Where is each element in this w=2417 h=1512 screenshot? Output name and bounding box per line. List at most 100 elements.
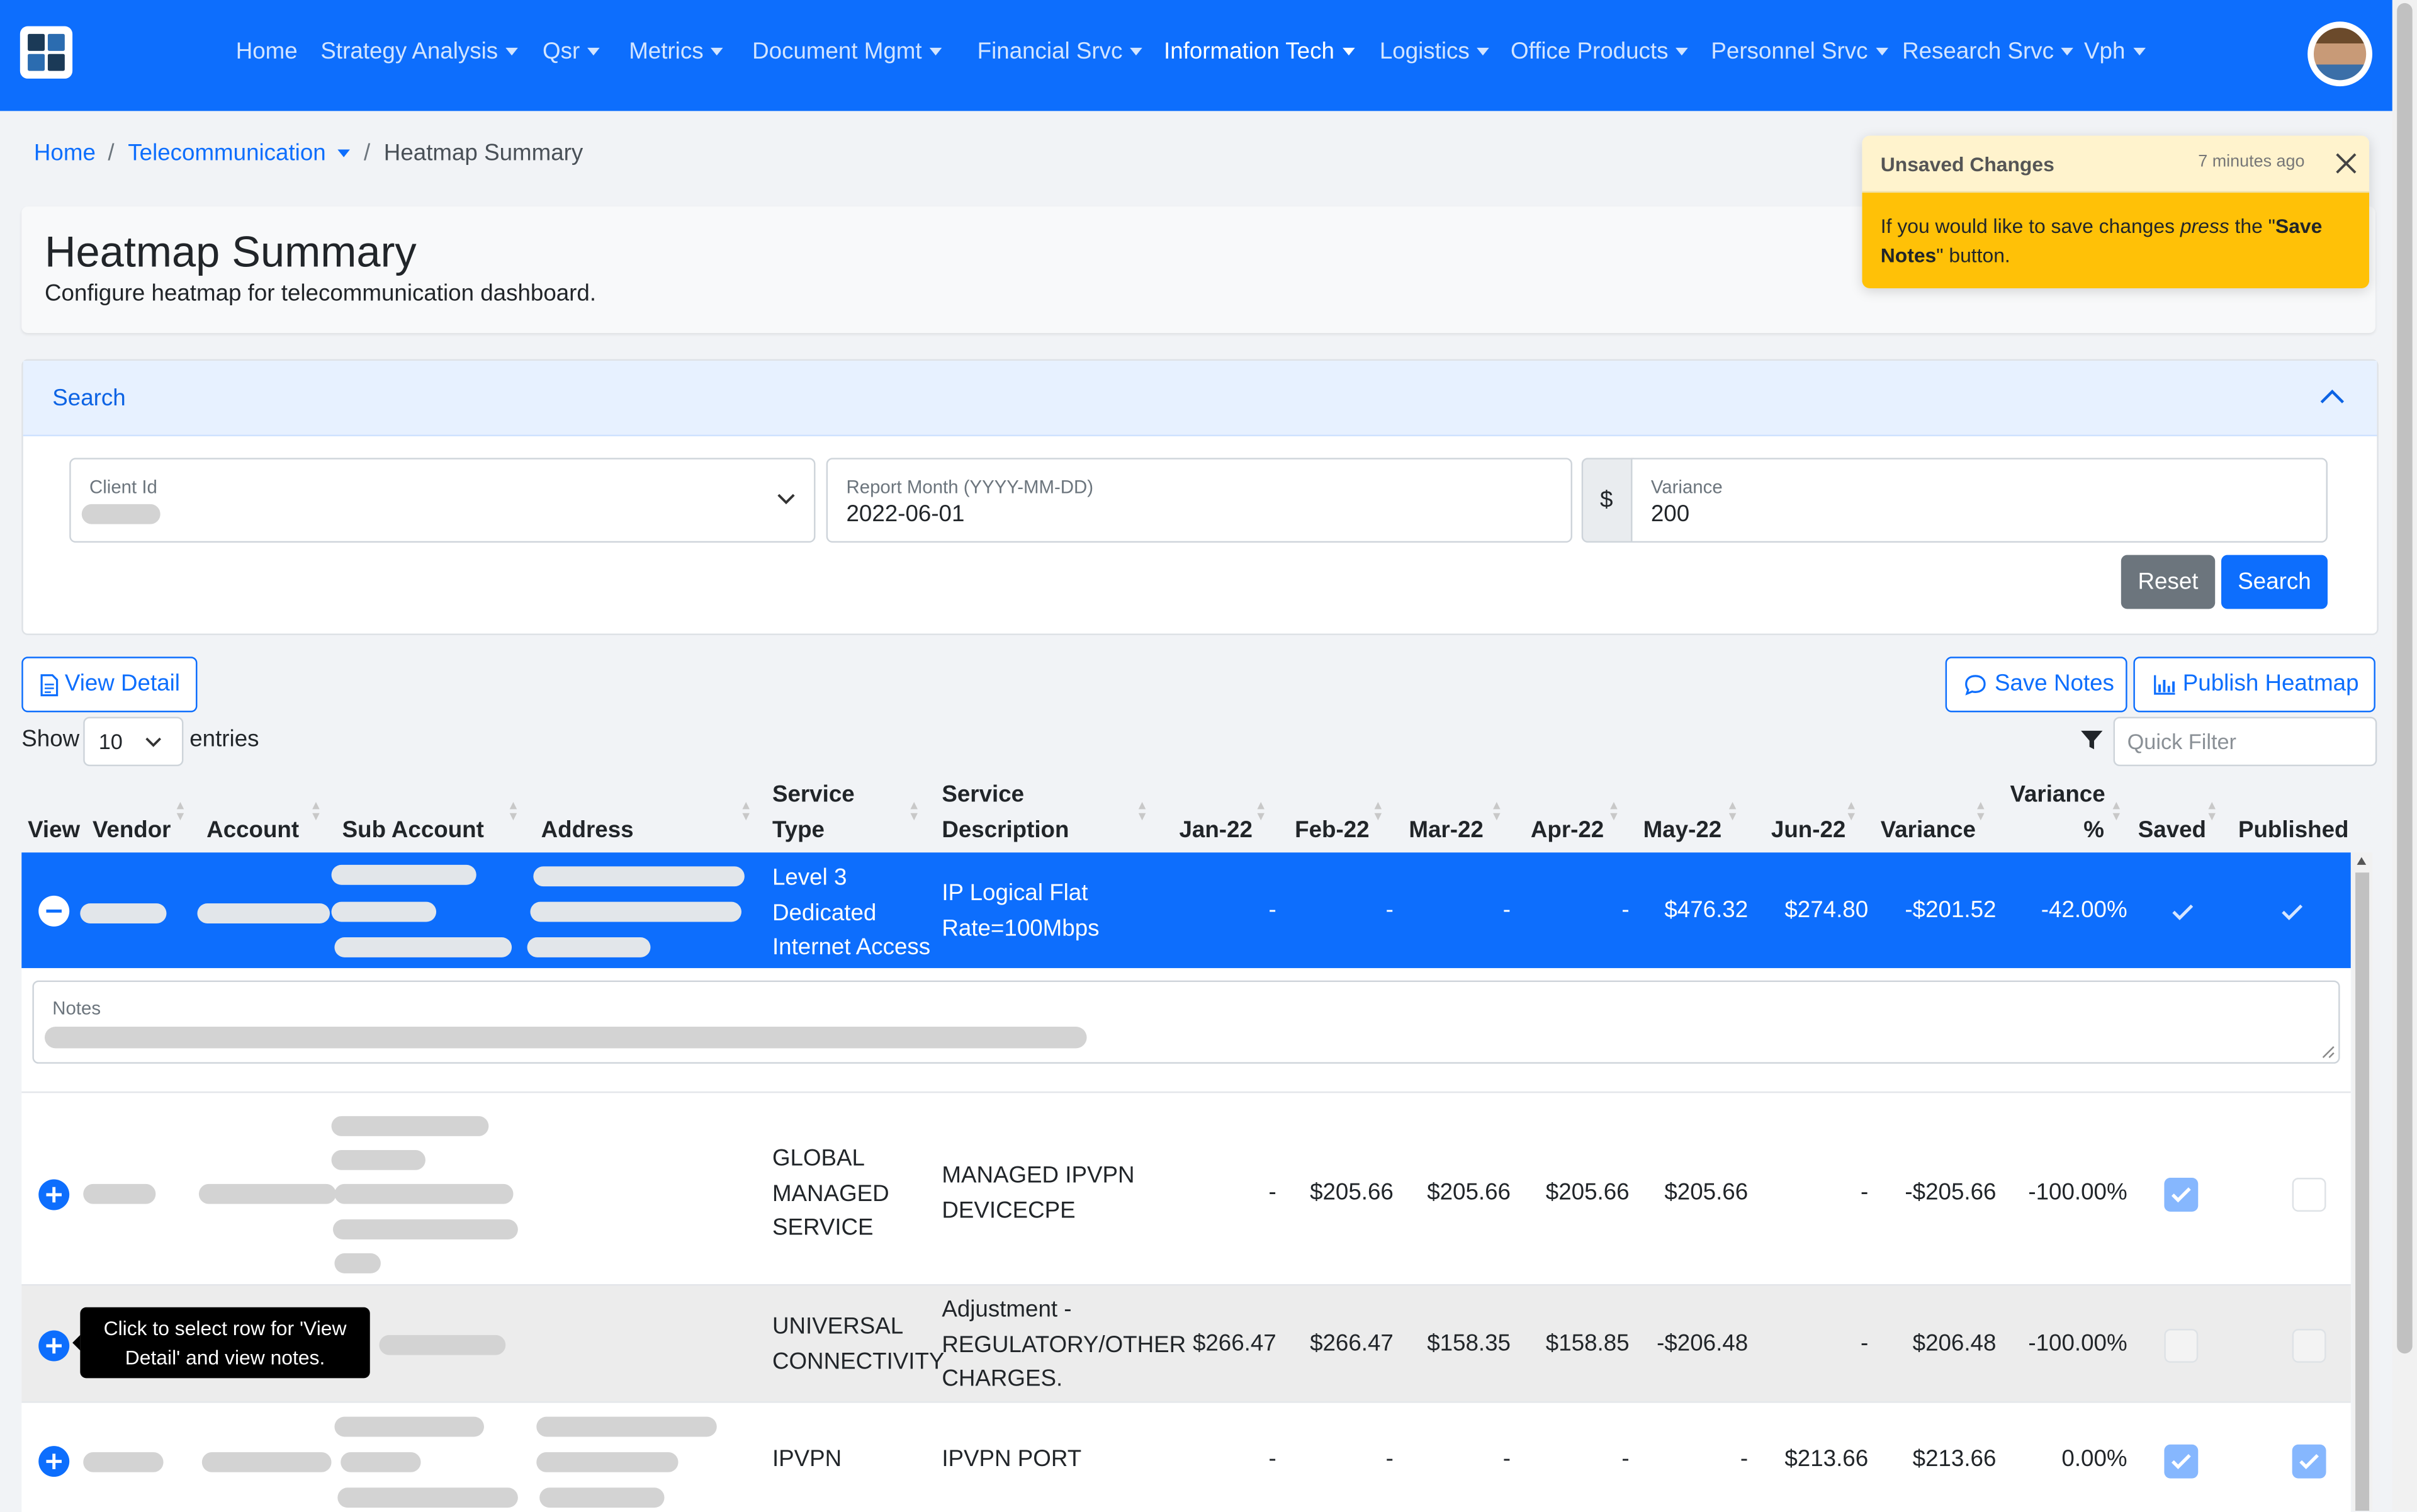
service-type-cell: IPVPN (772, 1446, 842, 1472)
may-cell: - (1740, 1446, 1749, 1472)
mar-cell: - (1502, 897, 1511, 923)
nav-information-tech[interactable]: Information Tech (1164, 38, 1355, 65)
nav-home[interactable]: Home (236, 38, 298, 65)
breadcrumb-separator: / (108, 140, 115, 167)
scroll-up-icon[interactable] (2357, 857, 2367, 865)
col-feb-22[interactable]: Feb-22 (1295, 817, 1369, 843)
sort-icon[interactable]: ▲ ▼ (740, 799, 752, 823)
col-published[interactable]: Published (2238, 817, 2349, 843)
col-sub-account[interactable]: Sub Account (342, 817, 484, 843)
breadcrumb-home[interactable]: Home (34, 140, 96, 167)
account-redacted (201, 1452, 332, 1472)
collapse-row-icon[interactable] (38, 895, 70, 927)
published-checkbox[interactable] (2292, 1329, 2326, 1363)
page-title: Heatmap Summary (45, 228, 417, 276)
nav-logistics[interactable]: Logistics (1380, 38, 1490, 65)
client-id-select[interactable]: Client Id (69, 458, 816, 543)
nav-personnel-srvc[interactable]: Personnel Srvc (1711, 38, 1888, 65)
nav-financial-srvc[interactable]: Financial Srvc (978, 38, 1143, 65)
sort-icon[interactable]: ▲ ▼ (1975, 799, 1986, 823)
sort-icon[interactable]: ▲ ▼ (1608, 799, 1620, 823)
col-apr-22[interactable]: Apr-22 (1531, 817, 1604, 843)
col-vendor[interactable]: Vendor (93, 817, 171, 843)
app-logo[interactable] (20, 26, 73, 79)
table-row[interactable]: GLOBAL MANAGED SERVICE MANAGED IPVPN DEVICE… (21, 1091, 2351, 1286)
entries-label: entries (189, 726, 259, 753)
published-check-icon[interactable] (2282, 903, 2303, 920)
nav-vph[interactable]: Vph (2084, 38, 2146, 65)
sort-icon[interactable]: ▲ ▼ (1490, 799, 1502, 823)
vendor-redacted (83, 1183, 156, 1204)
search-button[interactable]: Search (2221, 555, 2328, 609)
table-row[interactable]: IPVPN IPVPN PORT - - - - - $213.66 $213.… (21, 1401, 2351, 1512)
saved-checkbox[interactable] (2164, 1444, 2199, 1479)
nav-research-srvc[interactable]: Research Srvc (1902, 38, 2074, 65)
nav-strategy-analysis[interactable]: Strategy Analysis (320, 38, 519, 65)
sort-icon[interactable]: ▲ ▼ (908, 799, 920, 823)
table-row[interactable]: UNIVERSAL CONNECTIVITY Adjustment - REGULA… (21, 1284, 2351, 1403)
variance-field[interactable]: Variance 200 (1631, 458, 2328, 543)
published-checkbox[interactable] (2292, 1444, 2326, 1479)
reset-button[interactable]: Reset (2121, 555, 2216, 609)
col-jun-22[interactable]: Jun-22 (1771, 817, 1845, 843)
nav-office-products[interactable]: Office Products (1511, 38, 1689, 65)
expand-row-icon[interactable] (38, 1330, 70, 1362)
saved-check-icon[interactable] (2172, 903, 2194, 920)
table-scrollbar[interactable] (2352, 852, 2373, 1511)
quick-filter-input[interactable]: Quick Filter (2113, 716, 2377, 767)
table-scrollbar-thumb[interactable] (2355, 872, 2370, 1511)
view-detail-button[interactable]: View Detail (21, 657, 198, 713)
search-panel-header[interactable]: Search (23, 361, 2377, 437)
save-notes-button[interactable]: Save Notes (1945, 657, 2127, 713)
sort-icon[interactable]: ▲ ▼ (2206, 799, 2218, 823)
col-jan-22[interactable]: Jan-22 (1179, 817, 1252, 843)
breadcrumb-telecommunication[interactable]: Telecommunication (128, 140, 351, 166)
col-saved[interactable]: Saved (2138, 817, 2206, 843)
sort-icon[interactable]: ▲ ▼ (174, 799, 186, 823)
sort-icon[interactable]: ▲ ▼ (2110, 799, 2122, 823)
published-checkbox[interactable] (2292, 1178, 2326, 1212)
col-service-description[interactable]: Service Description (942, 782, 1069, 854)
sort-icon[interactable]: ▲ ▼ (507, 799, 519, 823)
top-navbar: Home Strategy Analysis Qsr Metrics Docum… (0, 0, 2392, 111)
col-account[interactable]: Account (206, 817, 299, 843)
chevron-down-icon (2061, 47, 2074, 55)
filter-icon[interactable] (2080, 728, 2104, 752)
report-month-field[interactable]: Report Month (YYYY-MM-DD) 2022-06-01 (826, 458, 1572, 543)
close-icon[interactable] (2334, 151, 2358, 176)
resize-handle-icon[interactable] (2321, 1045, 2335, 1059)
col-service-type[interactable]: Service Type (772, 782, 855, 854)
table-row[interactable]: Level 3 Dedicated Internet Access IP Logic… (21, 852, 2351, 968)
col-may-22[interactable]: May-22 (1643, 817, 1722, 843)
saved-checkbox[interactable] (2164, 1329, 2199, 1363)
entries-per-page-select[interactable]: 10 (83, 716, 184, 767)
document-icon (40, 674, 59, 697)
col-variance[interactable]: Variance (1881, 817, 1976, 843)
service-description-cell: IPVPN PORT (942, 1446, 1082, 1472)
col-mar-22[interactable]: Mar-22 (1409, 817, 1483, 843)
nav-document-mgmt[interactable]: Document Mgmt (752, 38, 942, 65)
col-address[interactable]: Address (541, 817, 634, 843)
col-view[interactable]: View (28, 817, 80, 843)
expand-row-icon[interactable] (38, 1446, 70, 1477)
nav-qsr[interactable]: Qsr (543, 38, 600, 65)
address-redacted (536, 1416, 717, 1437)
sort-icon[interactable]: ▲ ▼ (1372, 799, 1384, 823)
publish-heatmap-button[interactable]: Publish Heatmap (2133, 657, 2375, 713)
sort-icon[interactable]: ▲ ▼ (310, 799, 322, 823)
sort-icon[interactable]: ▲ ▼ (1136, 799, 1148, 823)
expand-row-icon[interactable] (38, 1179, 70, 1210)
notes-textarea[interactable]: Notes (32, 980, 2340, 1064)
sort-icon[interactable]: ▲ ▼ (1254, 799, 1266, 823)
chevron-up-icon[interactable] (2320, 387, 2345, 405)
sort-icon[interactable]: ▲ ▼ (1727, 799, 1738, 823)
variance-currency-addon: $ (1581, 458, 1634, 543)
chevron-down-icon (1130, 47, 1143, 55)
user-avatar[interactable] (2307, 21, 2373, 87)
nav-metrics[interactable]: Metrics (629, 38, 724, 65)
page-scrollbar[interactable] (2392, 0, 2417, 1511)
sort-icon[interactable]: ▲ ▼ (1845, 799, 1857, 823)
page-scrollbar-thumb[interactable] (2397, 3, 2413, 1354)
col-variance-pct[interactable]: Variance% (2010, 782, 2105, 854)
saved-checkbox[interactable] (2164, 1178, 2199, 1212)
